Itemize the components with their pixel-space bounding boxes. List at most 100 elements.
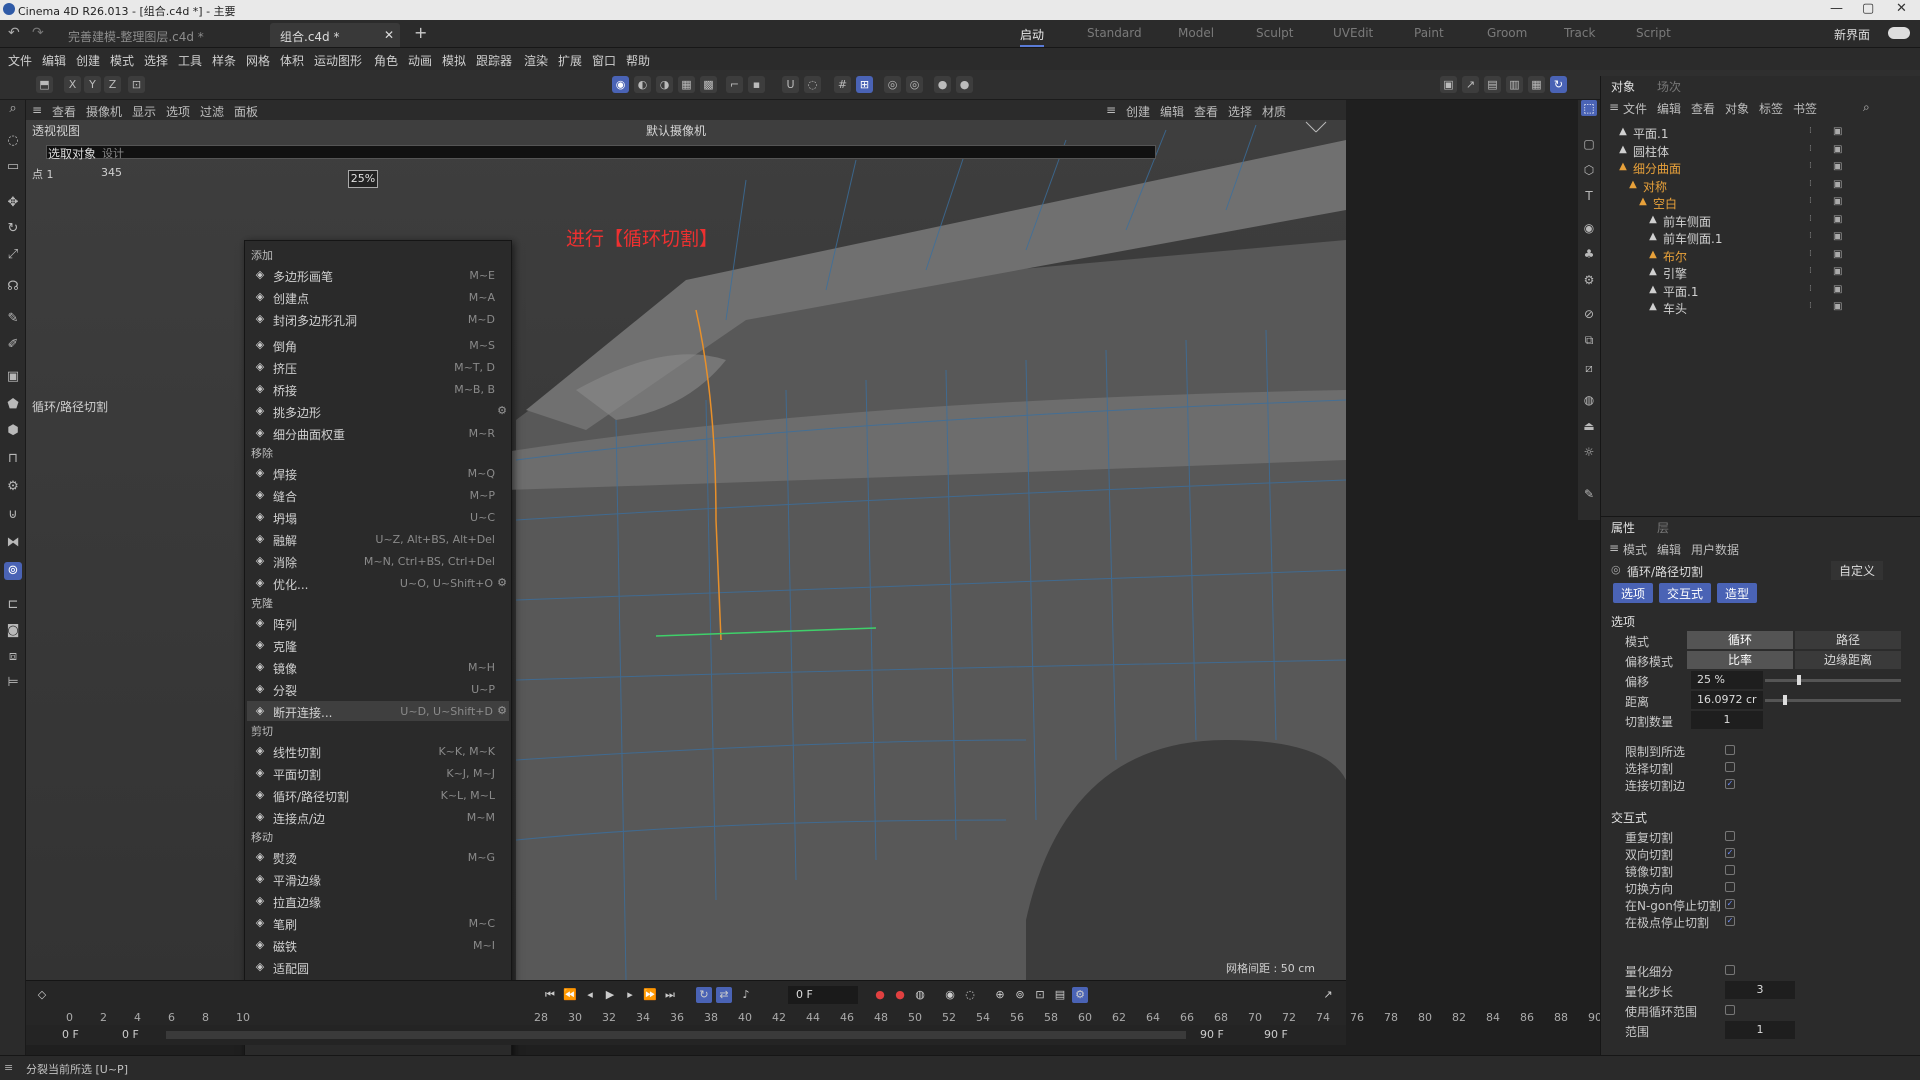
tag-icon[interactable]: ▣	[1833, 214, 1842, 225]
layout-tab-track[interactable]: Track	[1564, 26, 1595, 40]
om-menu-tags[interactable]: 标签	[1759, 100, 1783, 117]
keyframe-diamond-icon[interactable]: ◇	[34, 987, 50, 1003]
menu-mode[interactable]: 模式	[110, 52, 134, 69]
quantize-step-field[interactable]: 3	[1725, 981, 1795, 999]
custom-preset-button[interactable]: 自定义	[1831, 561, 1884, 580]
vp-menu-options[interactable]: 选项	[166, 103, 190, 120]
polygon-pen-icon[interactable]: ▣	[4, 368, 22, 386]
add-tab-button[interactable]: +	[414, 23, 427, 42]
frame-range-bar[interactable]: 0 F 0 F 90 F 90 F	[26, 1025, 1346, 1045]
menu-edit[interactable]: 编辑	[42, 52, 66, 69]
next-key-icon[interactable]: ⏩	[642, 987, 658, 1003]
tag-icon[interactable]: ▣	[1833, 196, 1842, 207]
auto-key-icon[interactable]: ●	[892, 987, 908, 1003]
tab-btn-interactive[interactable]: 交互式	[1659, 583, 1712, 603]
axis-mode-icon[interactable]: ⌐	[726, 76, 743, 93]
menu-simulate[interactable]: 模拟	[442, 52, 466, 69]
visibility-dots-icon[interactable]: ⁞	[1809, 161, 1812, 171]
bevel-icon[interactable]: ⬟	[4, 396, 22, 414]
tab-layers[interactable]: 层	[1657, 519, 1669, 536]
checkbox[interactable]	[1725, 831, 1735, 841]
magnet-icon[interactable]: ⊍	[4, 506, 22, 524]
visibility-dots-icon[interactable]: ⁞	[1809, 249, 1812, 259]
go-start-icon[interactable]: ⏮	[542, 987, 558, 1003]
menu-mesh[interactable]: 网格	[246, 52, 270, 69]
menu-volume[interactable]: 体积	[280, 52, 304, 69]
attr-menu-userdata[interactable]: 用户数据	[1691, 541, 1739, 558]
menu-item-smooth[interactable]: ◈ 平滑边缘	[247, 869, 509, 889]
checkbox[interactable]: ✓	[1725, 916, 1735, 926]
polygons-mode-icon[interactable]: ▩	[700, 76, 717, 93]
object-row[interactable]: ▲ 圆柱体 ⁞ ▣	[1601, 142, 1920, 159]
menu-item-plane[interactable]: ◈ 平面切割 K~J, M~J	[247, 763, 509, 783]
close-window-button[interactable]: ✕	[1896, 1, 1907, 16]
current-frame-field[interactable]: 0 F	[788, 986, 858, 1004]
environment-icon[interactable]: ◍	[1581, 392, 1597, 408]
menu-file[interactable]: 文件	[8, 52, 32, 69]
key-selection-icon[interactable]: ◍	[912, 987, 928, 1003]
menu-tools[interactable]: 工具	[178, 52, 202, 69]
tag-icon[interactable]: ▣	[1833, 144, 1842, 155]
layout-tab-model[interactable]: Model	[1178, 26, 1214, 40]
spline-icon[interactable]: ⬡	[1581, 162, 1597, 178]
gear-icon[interactable]: ⚙	[497, 576, 507, 589]
om-menu-view[interactable]: 查看	[1691, 100, 1715, 117]
menu-item-split[interactable]: ◈ 分裂 U~P	[247, 679, 509, 699]
model-mode-icon[interactable]: ◉	[612, 76, 629, 93]
sketch-icon[interactable]: ✐	[4, 336, 22, 354]
tag-icon[interactable]: ▣	[1833, 301, 1842, 312]
film-icon[interactable]: ▤	[1484, 76, 1501, 93]
menu-item-pt[interactable]: ◈ 创建点 M~A	[247, 287, 509, 307]
undo-icon[interactable]: ↶	[8, 25, 20, 41]
deformer-icon[interactable]: ⚙	[1581, 272, 1597, 288]
align-icon[interactable]: ⊨	[4, 674, 22, 692]
object-row[interactable]: ▲ 平面.1 ⁞ ▣	[1601, 124, 1920, 141]
menu-item-stitch[interactable]: ◈ 缝合 M~P	[247, 485, 509, 505]
menu-item-poly[interactable]: ◈ 挑多边形 ⚙	[247, 401, 509, 421]
minimize-button[interactable]: —	[1830, 1, 1843, 16]
play-mode-icon[interactable]: ⇄	[716, 987, 732, 1003]
vp-menu-display[interactable]: 显示	[132, 103, 156, 120]
new-interface-button[interactable]: 新界面	[1834, 26, 1870, 43]
search-icon[interactable]: ⌕	[4, 100, 22, 118]
visibility-dots-icon[interactable]: ⁞	[1809, 144, 1812, 154]
render-queue-icon[interactable]: ●	[956, 76, 973, 93]
mat-menu-edit[interactable]: 编辑	[1160, 103, 1184, 120]
record-pla-icon[interactable]: ⊡	[1032, 987, 1048, 1003]
menu-select[interactable]: 选择	[144, 52, 168, 69]
timeline-settings-icon[interactable]: ⚙	[1072, 987, 1088, 1003]
rotate-icon[interactable]: ↻	[4, 220, 22, 238]
checkbox[interactable]	[1725, 865, 1735, 875]
checkbox[interactable]	[1725, 745, 1735, 755]
object-mode-icon[interactable]: ⬚	[1581, 100, 1597, 116]
smooth-icon[interactable]: ◙	[4, 622, 22, 640]
checkbox[interactable]: ✓	[1725, 848, 1735, 858]
menu-item-delete[interactable]: ◈ 消除 M~N, Ctrl+BS, Ctrl+Del	[247, 551, 509, 571]
interface-toggle[interactable]	[1888, 27, 1910, 39]
vp-menu-camera[interactable]: 摄像机	[86, 103, 122, 120]
cube-icon[interactable]: ▢	[1581, 136, 1597, 152]
end-frame-field[interactable]: 90 F	[1264, 1028, 1288, 1041]
tag-icon[interactable]: ▣	[1833, 266, 1842, 277]
attr-menu-icon[interactable]: ≡	[1609, 541, 1619, 555]
picture-viewer-icon[interactable]: ▣	[1440, 76, 1457, 93]
play-icon[interactable]: ▶	[602, 987, 618, 1003]
menu-item-collapse[interactable]: ◈ 坍塌 U~C	[247, 507, 509, 527]
bridge-icon[interactable]: ⊓	[4, 450, 22, 468]
object-row[interactable]: ▲ 引擎 ⁞ ▣	[1601, 264, 1920, 281]
menu-window[interactable]: 窗口	[592, 52, 616, 69]
axis-z-toggle[interactable]: Z	[104, 76, 121, 93]
om-menu-file[interactable]: 文件	[1623, 100, 1647, 117]
lasso-icon[interactable]: ☊	[4, 278, 22, 296]
visibility-dots-icon[interactable]: ⁞	[1809, 126, 1812, 136]
preview-start-field[interactable]: 0 F	[122, 1028, 139, 1041]
mat-menu-view[interactable]: 查看	[1194, 103, 1218, 120]
visibility-dots-icon[interactable]: ⁞	[1809, 179, 1812, 189]
select-live-icon[interactable]: ◌	[4, 132, 22, 150]
object-row[interactable]: ▲ 对称 ⁞ ▣	[1601, 177, 1920, 194]
menu-item-bridge[interactable]: ◈ 桥接 M~B, B	[247, 379, 509, 399]
pen-icon[interactable]: ✎	[4, 310, 22, 328]
cuts-field[interactable]: 1	[1691, 711, 1763, 729]
record-rotation-icon[interactable]: ◌	[962, 987, 978, 1003]
workplane-icon[interactable]: ⊞	[856, 76, 873, 93]
